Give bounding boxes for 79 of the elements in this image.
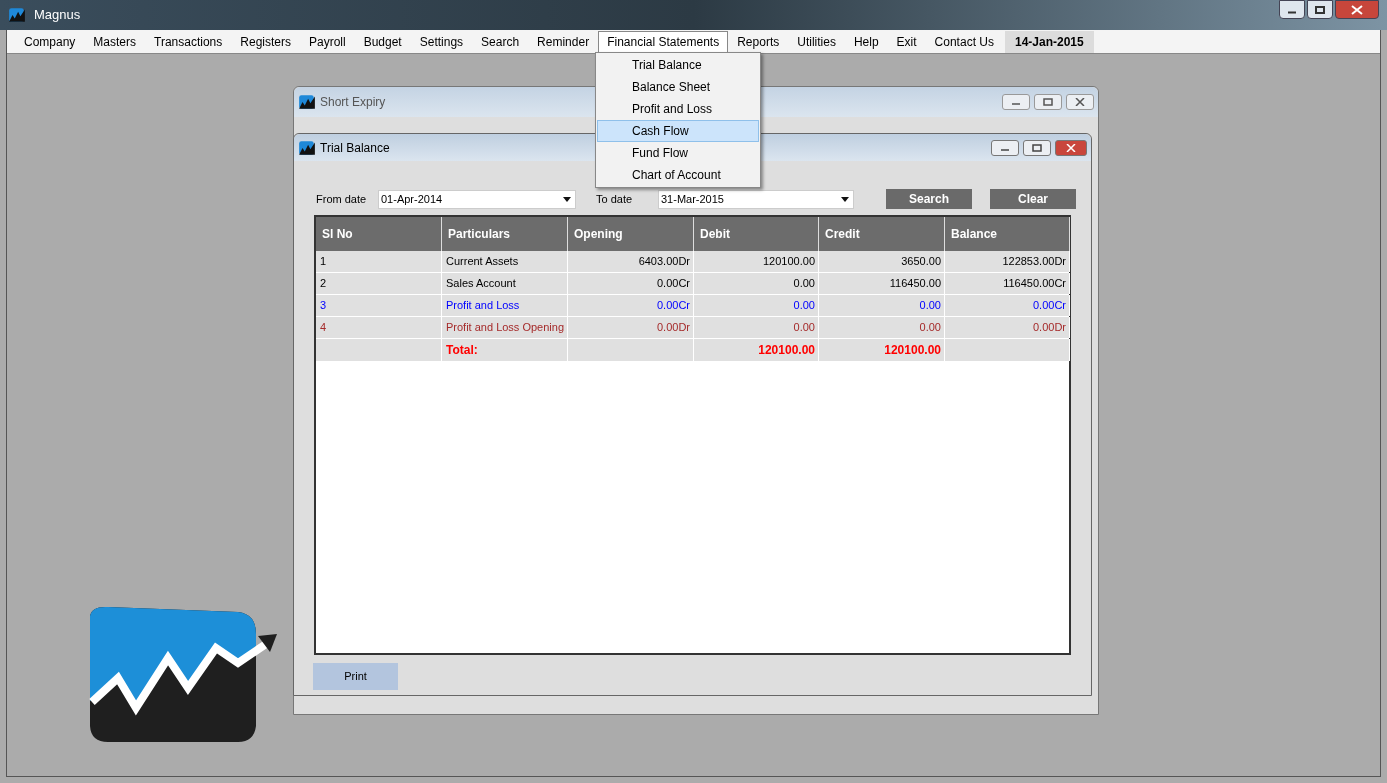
- menu-item[interactable]: Profit and Loss: [597, 98, 759, 120]
- table-cell: 0.00: [694, 295, 819, 316]
- menu-item[interactable]: Help: [844, 30, 888, 53]
- table-cell: 2: [316, 273, 442, 294]
- menu-item[interactable]: Exit: [887, 30, 926, 53]
- field-label: From date: [316, 191, 368, 207]
- menu-item[interactable]: Search: [472, 30, 529, 53]
- menu-item[interactable]: Chart of Account: [597, 164, 759, 186]
- table-cell: 3650.00: [819, 251, 945, 272]
- close-button[interactable]: [1055, 139, 1087, 156]
- table-cell: 0.00Cr: [945, 295, 1070, 316]
- table-cell: 120100.00: [819, 339, 945, 361]
- minimize-button[interactable]: [991, 139, 1019, 156]
- table-cell: 0.00: [694, 273, 819, 294]
- table-cell: 0.00Dr: [945, 317, 1070, 338]
- window-title: Magnus: [34, 6, 81, 25]
- table-cell: 0.00Cr: [568, 273, 694, 294]
- menu-item[interactable]: Utilities: [788, 30, 845, 53]
- menu-item[interactable]: Registers: [231, 30, 300, 53]
- dropdown-arrow-icon: [841, 196, 849, 202]
- close-button[interactable]: [1335, 0, 1379, 19]
- menu-item[interactable]: Cash Flow: [597, 120, 759, 142]
- minimize-icon: [1287, 11, 1297, 14]
- dropdown-arrow-icon: [563, 196, 571, 202]
- maximize-button[interactable]: [1023, 139, 1051, 156]
- app-logo-icon: [298, 93, 316, 111]
- close-icon: [1351, 4, 1363, 15]
- maximize-button[interactable]: [1307, 0, 1333, 19]
- table-cell: Profit and Loss Opening: [442, 317, 568, 338]
- minimize-button[interactable]: [1002, 94, 1030, 110]
- menu-item[interactable]: Masters: [84, 30, 146, 53]
- maximize-icon: [1043, 98, 1053, 106]
- table-cell: 120100.00: [694, 339, 819, 361]
- table-cell: 0.00Dr: [568, 317, 694, 338]
- app-logo-icon: [298, 138, 316, 157]
- field-label: To date: [596, 191, 634, 207]
- table-cell: 120100.00: [694, 251, 819, 272]
- table-cell: 0.00: [819, 317, 945, 338]
- menu-item[interactable]: Company: [15, 30, 85, 53]
- menu-item[interactable]: Reports: [728, 30, 789, 53]
- close-button[interactable]: [1066, 94, 1094, 110]
- table-cell: 1: [316, 251, 442, 272]
- table-cell: 0.00: [694, 317, 819, 338]
- menu-item[interactable]: Financial Statements: [598, 30, 729, 53]
- clear-button[interactable]: Clear: [990, 189, 1076, 209]
- menu-item[interactable]: Fund Flow: [597, 142, 759, 164]
- date-field[interactable]: 01-Apr-2014: [378, 189, 576, 209]
- close-icon: [1075, 98, 1085, 106]
- app-logo-icon: [8, 6, 26, 24]
- menu-item[interactable]: Settings: [410, 30, 473, 53]
- window-title: Trial Balance: [320, 139, 390, 157]
- maximize-icon: [1315, 5, 1325, 14]
- menu-item[interactable]: Transactions: [145, 30, 232, 53]
- table-cell: 122853.00Dr: [945, 251, 1070, 272]
- print-button[interactable]: Print: [313, 663, 398, 690]
- table-cell: Sales Account: [442, 273, 568, 294]
- menu-item[interactable]: Payroll: [300, 30, 355, 53]
- table-cell: 3: [316, 295, 442, 316]
- table-cell: 0.00Cr: [568, 295, 694, 316]
- table-cell: Profit and Loss: [442, 295, 568, 316]
- table-cell: Total:: [442, 339, 568, 361]
- minimize-button[interactable]: [1279, 0, 1305, 19]
- table-cell: Current Assets: [442, 251, 568, 272]
- window-title: Short Expiry: [320, 94, 386, 111]
- table-cell: 0.00: [819, 295, 945, 316]
- date-field[interactable]: 31-Mar-2015: [658, 189, 854, 209]
- close-icon: [1066, 143, 1076, 152]
- date-badge: 14-Jan-2015: [1004, 30, 1094, 53]
- maximize-icon: [1032, 143, 1042, 152]
- menu-item[interactable]: Reminder: [528, 30, 599, 53]
- table-cell: 116450.00Cr: [945, 273, 1070, 294]
- table-cell: 116450.00: [819, 273, 945, 294]
- menu-item[interactable]: Budget: [354, 30, 411, 53]
- menu-item[interactable]: Contact Us: [925, 30, 1003, 53]
- menu-item[interactable]: Balance Sheet: [597, 76, 759, 98]
- search-button[interactable]: Search: [886, 189, 972, 209]
- table-cell: 4: [316, 317, 442, 338]
- menu-item[interactable]: Trial Balance: [597, 54, 759, 76]
- table-cell: 6403.00Dr: [568, 251, 694, 272]
